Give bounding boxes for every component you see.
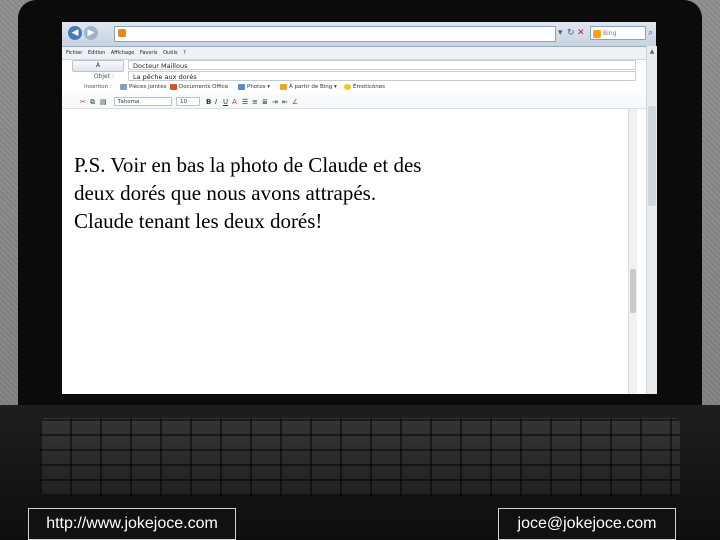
message-line: Claude tenant les deux dorés! [74,209,323,233]
compose-scroll-thumb[interactable] [630,269,636,313]
italic-icon[interactable]: I [215,98,217,106]
site-icon [118,29,126,37]
menu-item-favoris[interactable]: Favoris [140,50,158,56]
text-color-icon[interactable]: A [232,98,237,106]
refresh-icon[interactable]: ↻ [567,28,575,38]
numbering-icon[interactable]: ≡ [252,98,258,106]
outdent-icon[interactable]: ⇤ [282,98,288,106]
back-icon[interactable]: ◀ [68,26,82,40]
contact-email: joce@jokejoce.com [498,508,676,540]
underline-icon[interactable]: U [223,98,228,106]
message-line: P.S. Voir en bas la photo de Claude et d… [74,153,422,177]
keyboard [40,418,680,496]
attachments-label: Pièces jointes [129,84,167,90]
stop-icon[interactable]: ✕ [577,28,585,38]
font-select-value: Tahoma [118,99,140,105]
search-placeholder: Bing [603,30,617,37]
dropdown-icon[interactable]: ▾ [558,28,563,38]
highlight-icon[interactable]: ∠ [292,98,298,106]
email-compose-window: ◀ ▶ ▾ ↻ ✕ Bing ⌕ Fichier Edition Afficha… [62,22,657,394]
window-scrollbar[interactable]: ▲ [646,46,657,394]
subject-field[interactable]: La pêche aux dorés [128,71,636,81]
to-field[interactable]: Docteur Maillous [128,60,636,70]
indent-icon[interactable]: ⇥ [272,98,278,106]
photos-button[interactable]: Photos ▾ [238,82,270,93]
message-text[interactable]: P.S. Voir en bas la photo de Claude et d… [74,151,624,235]
menu-bar: Fichier Edition Affichage Favoris Outils… [62,47,656,60]
bold-icon[interactable]: B [206,98,211,106]
font-select[interactable]: Tahoma [114,97,172,106]
message-line: deux dorés que nous avons attrapés. [74,181,377,205]
scroll-up-icon[interactable]: ▲ [648,48,656,56]
office-docs-label: Documents Office [179,84,229,90]
website-url: http://www.jokejoce.com [28,508,236,540]
compose-scrollbar[interactable] [628,109,637,394]
font-size-select[interactable]: 10 [176,97,200,106]
attachments-button[interactable]: Pièces jointes [120,82,166,93]
office-docs-button[interactable]: Documents Office [170,82,228,93]
cut-icon[interactable]: ✂ [80,98,86,106]
photo-icon [238,83,245,90]
menu-item-edition[interactable]: Edition [88,50,105,56]
insertion-label: Insertion : [84,84,112,90]
office-icon [170,83,177,90]
insertion-bar: Insertion : Pièces jointes Documents Off… [62,82,656,93]
address-bar[interactable] [114,26,556,42]
bing-insert-button[interactable]: À partir de Bing ▾ [280,82,337,93]
emoticons-button[interactable]: Émoticônes [344,82,385,93]
bing-icon [280,83,287,90]
message-body[interactable]: P.S. Voir en bas la photo de Claude et d… [62,109,626,394]
copy-icon[interactable]: ⧉ [90,98,95,107]
bullets-icon[interactable]: ☰ [242,98,248,106]
photos-label: Photos ▾ [247,84,271,90]
paperclip-icon [120,83,127,90]
bing-icon [593,30,601,38]
format-toolbar: ✂ ⧉ ▤ Tahoma 10 B I U A ☰ ≡ ≣ ⇥ ⇤ ∠ [62,95,656,109]
menu-item-outils[interactable]: Outils [163,50,177,56]
window-scroll-thumb[interactable] [648,106,656,206]
menu-item-help[interactable]: ? [183,50,186,56]
browser-toolbar: ◀ ▶ ▾ ↻ ✕ Bing ⌕ [62,22,656,47]
paste-icon[interactable]: ▤ [100,98,107,106]
menu-item-fichier[interactable]: Fichier [66,50,82,56]
forward-icon[interactable]: ▶ [84,26,98,40]
align-icon[interactable]: ≣ [262,98,268,106]
search-input[interactable]: Bing [590,26,646,40]
search-icon[interactable]: ⌕ [648,28,653,38]
emoticons-label: Émoticônes [353,84,386,90]
menu-item-affichage[interactable]: Affichage [111,50,135,56]
bing-insert-label: À partir de Bing ▾ [289,84,337,90]
font-size-value: 10 [180,99,187,105]
smiley-icon [344,83,351,90]
